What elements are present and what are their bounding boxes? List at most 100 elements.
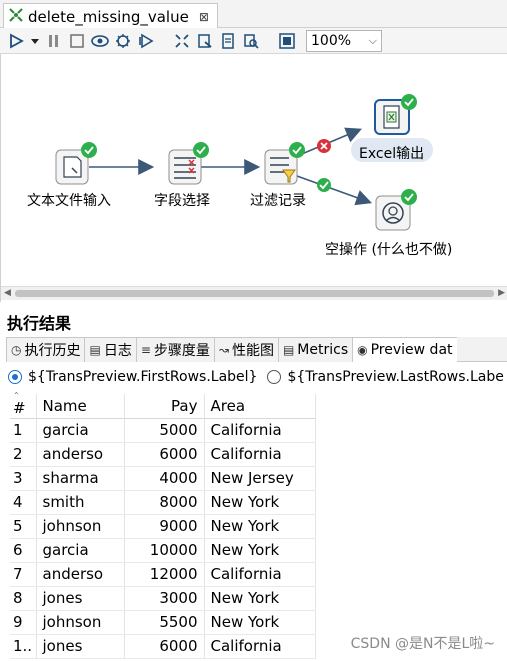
canvas-horizontal-scrollbar[interactable]: ◀ ▶ [1,286,507,300]
pay-cell[interactable]: 4000 [124,466,205,491]
debug-icon[interactable] [113,31,133,51]
transformation-tab[interactable]: delete_missing_value ⊠ [3,3,218,29]
table-row[interactable]: 1.. jones 6000 California [10,634,316,659]
row-index-cell[interactable]: 5 [10,514,37,539]
tab-log[interactable]: ▤ 日志 [85,337,137,362]
pay-cell[interactable]: 6000 [124,442,205,467]
area-cell[interactable]: New York [204,490,316,515]
row-index-cell[interactable]: 8 [10,586,37,611]
pay-cell[interactable]: 10000 [124,538,205,563]
name-cell[interactable]: jones [36,634,125,659]
replay-icon[interactable] [136,31,156,51]
zoom-select[interactable]: 100% ⌵ [306,29,382,52]
area-cell[interactable]: California [204,442,316,467]
area-cell[interactable]: New York [204,610,316,635]
eye-icon: ◉ [357,343,368,357]
pay-cell[interactable]: 6000 [124,634,205,659]
pay-cell[interactable]: 9000 [124,514,205,539]
name-cell[interactable]: anderso [36,442,125,467]
column-header-name[interactable]: Name [36,394,125,419]
preview-icon[interactable] [90,31,110,51]
column-header-pay[interactable]: Pay [124,394,205,419]
list-icon: ≡ [140,343,151,357]
name-cell[interactable]: anderso [36,562,125,587]
transformation-icon [8,7,24,27]
table-row[interactable]: 1 garcia 5000 California [10,418,316,443]
name-cell[interactable]: garcia [36,418,125,443]
step-label-select-values: 字段选择 [154,193,210,209]
area-cell[interactable]: California [204,634,316,659]
name-cell[interactable]: jones [36,586,125,611]
row-index-cell[interactable]: 1.. [10,634,37,659]
column-header-area[interactable]: Area [204,394,316,419]
area-cell[interactable]: New Jersey [204,466,316,491]
row-index-cell[interactable]: 1 [10,418,37,443]
success-icon [317,178,331,192]
tab-title: delete_missing_value [28,7,189,26]
results-tabs: ◷ 执行历史 ▤ 日志 ≡ 步骤度量 ↝ 性能图 ▤ Metrics ◉ Pre… [6,337,507,362]
table-row[interactable]: 4 smith 8000 New York [10,490,316,515]
area-cell[interactable]: California [204,562,316,587]
table-row[interactable]: 6 garcia 10000 New York [10,538,316,563]
tab-execution-history[interactable]: ◷ 执行历史 [6,337,86,362]
first-rows-radio[interactable] [8,370,22,384]
verify-icon[interactable] [172,31,192,51]
table-row[interactable]: 3 sharma 4000 New Jersey [10,466,316,491]
scroll-left-icon[interactable]: ◀ [4,288,11,298]
explore-db-icon[interactable] [241,31,261,51]
column-header-index[interactable]: ⌃ # [10,391,37,419]
impact-icon[interactable] [195,31,215,51]
table-row[interactable]: 7 anderso 12000 California [10,562,316,587]
name-cell[interactable]: sharma [36,466,125,491]
name-cell[interactable]: johnson [36,610,125,635]
step-label-text-file-input: 文本文件输入 [27,193,111,209]
zoom-value: 100% [311,32,352,49]
preview-mode-radios: ${TransPreview.FirstRows.Label} ${TransP… [8,366,504,388]
pay-cell[interactable]: 3000 [124,586,205,611]
close-icon[interactable]: ⊠ [199,10,209,24]
table-row[interactable]: 5 johnson 9000 New York [10,514,316,539]
tab-step-metrics[interactable]: ≡ 步骤度量 [136,337,215,362]
scroll-right-icon[interactable]: ▶ [498,288,505,298]
area-cell[interactable]: New York [204,586,316,611]
step-label-filter-rows: 过滤记录 [250,193,306,209]
log-icon: ▤ [89,343,101,357]
watermark: CSDN @是N不是L啦~ [350,636,495,652]
row-index-cell[interactable]: 6 [10,538,37,563]
pay-cell[interactable]: 8000 [124,490,205,515]
row-index-cell[interactable]: 3 [10,466,37,491]
transformation-canvas[interactable]: 文本文件输入 字段选择 过滤记录 Excel输出 空操作 (什么也不做) ◀ ▶ [0,54,507,302]
name-cell[interactable]: johnson [36,514,125,539]
last-rows-label: ${TransPreview.LastRows.Labe [287,369,504,385]
scroll-thumb[interactable] [15,290,494,297]
area-cell[interactable]: New York [204,538,316,563]
pay-cell[interactable]: 5000 [124,418,205,443]
show-results-icon[interactable] [277,31,297,51]
step-label-dummy: 空操作 (什么也不做) [325,242,453,258]
row-index-cell[interactable]: 9 [10,610,37,635]
editor-tabbar: delete_missing_value ⊠ [0,0,507,29]
name-cell[interactable]: smith [36,490,125,515]
area-cell[interactable]: New York [204,514,316,539]
name-cell[interactable]: garcia [36,538,125,563]
row-index-cell[interactable]: 4 [10,490,37,515]
table-row[interactable]: 8 jones 3000 New York [10,586,316,611]
pay-cell[interactable]: 5500 [124,610,205,635]
row-index-cell[interactable]: 2 [10,442,37,467]
row-index-cell[interactable]: 7 [10,562,37,587]
run-icon[interactable] [6,31,26,51]
area-cell[interactable]: California [204,418,316,443]
last-rows-radio[interactable] [267,370,282,384]
stop-icon[interactable] [67,31,87,51]
tab-preview-data[interactable]: ◉ Preview dat [353,337,457,362]
sql-icon[interactable] [218,31,238,51]
tab-performance-graph[interactable]: ↝ 性能图 [214,337,279,362]
table-row[interactable]: 9 johnson 5500 New York [10,610,316,635]
clock-icon: ◷ [11,343,22,357]
pause-icon[interactable] [44,31,64,51]
pay-cell[interactable]: 12000 [124,562,205,587]
dropdown-icon[interactable] [29,31,41,51]
tab-metrics[interactable]: ▤ Metrics [278,337,354,362]
toolbar: 100% ⌵ [0,28,507,54]
table-row[interactable]: 2 anderso 6000 California [10,442,316,467]
